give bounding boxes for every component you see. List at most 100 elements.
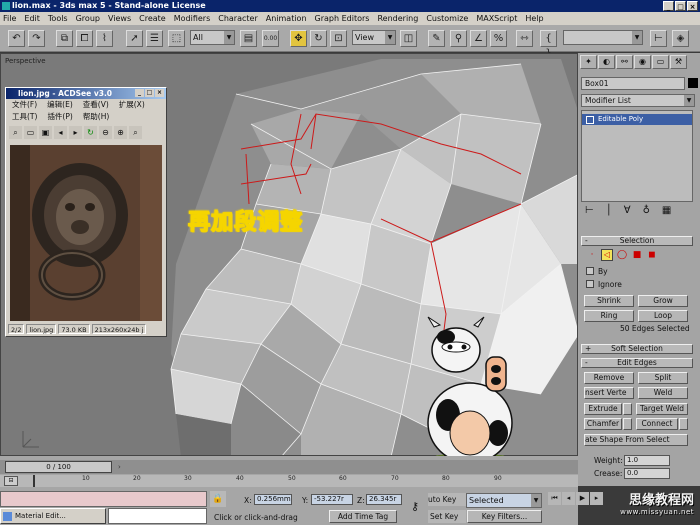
acdsee-close-icon[interactable]: ×	[155, 89, 164, 97]
browse-icon[interactable]: ⌕	[9, 126, 22, 139]
next-frame-icon[interactable]: ▸	[590, 492, 603, 505]
selection-rollout-header[interactable]: - Selection	[581, 236, 693, 246]
stack-item-editable-poly[interactable]: Editable Poly	[582, 114, 692, 125]
menu-modifiers[interactable]: Modifiers	[174, 14, 211, 23]
maxscript-listener-pink[interactable]	[0, 491, 207, 507]
split-button[interactable]: Split	[638, 372, 688, 384]
acdsee-menu-plugins[interactable]: 插件(P)	[47, 111, 72, 123]
time-slider-right-arrow-icon[interactable]: ›	[118, 463, 121, 471]
rotate-icon[interactable]: ↻	[310, 30, 327, 47]
lock-selection-icon[interactable]: 🔒	[210, 491, 226, 507]
motion-tab-icon[interactable]: ◉	[634, 55, 651, 69]
configure-sets-icon[interactable]: ▦	[662, 205, 671, 216]
element-mode-icon[interactable]: ◼	[646, 249, 658, 261]
angle-snap-icon[interactable]: ∠	[470, 30, 487, 47]
set-key-button[interactable]: Set Key	[428, 510, 466, 523]
grow-button[interactable]: Grow	[638, 295, 688, 307]
menu-help[interactable]: Help	[525, 14, 543, 23]
redo-icon[interactable]: ↷	[28, 30, 45, 47]
z-coord-field[interactable]: 26.345r	[366, 494, 402, 505]
acdsee-menu-tools[interactable]: 工具(T)	[12, 111, 37, 123]
connect-button[interactable]: Connect	[636, 418, 678, 430]
move-icon[interactable]: ✥	[290, 30, 307, 47]
chamfer-button[interactable]: Chamfer	[584, 418, 622, 430]
set-key-icon[interactable]: ⚷	[404, 494, 426, 520]
material-editor-taskbar-button[interactable]: Material Edit...	[0, 508, 106, 524]
crease-spinner[interactable]: 0.0	[624, 468, 670, 479]
undo-icon[interactable]: ↶	[8, 30, 25, 47]
shrink-button[interactable]: Shrink	[584, 295, 634, 307]
snap-toggle-icon[interactable]: ⚲	[450, 30, 467, 47]
acdsee-menu-view[interactable]: 查看(V)	[83, 99, 109, 111]
acdsee-menu-extend[interactable]: 扩展(X)	[119, 99, 145, 111]
remove-button[interactable]: Remove	[584, 372, 634, 384]
vertex-mode-icon[interactable]: ·	[586, 249, 598, 261]
menu-create[interactable]: Create	[139, 14, 166, 23]
remove-modifier-icon[interactable]: ♁	[643, 205, 650, 216]
minimize-button[interactable]: _	[663, 1, 674, 11]
menu-graph-editors[interactable]: Graph Editors	[315, 14, 370, 23]
track-bar[interactable]: ⊟ 10 20 30 40 50 60 70 80 90	[0, 475, 578, 487]
weld-button[interactable]: Weld	[638, 387, 688, 399]
render-icon[interactable]: ◈	[672, 30, 689, 47]
menu-character[interactable]: Character	[218, 14, 258, 23]
named-selection-icon[interactable]: { }	[540, 30, 557, 59]
window-crossing-icon[interactable]: ▤	[240, 30, 257, 47]
modify-tab-icon[interactable]: ◐	[598, 55, 615, 69]
ignore-backfacing-checkbox[interactable]	[586, 280, 594, 288]
object-name-field[interactable]: Box01	[581, 77, 685, 90]
soft-selection-rollout-header[interactable]: + Soft Selection	[581, 344, 693, 354]
select-manipulate-icon[interactable]: ✎	[428, 30, 445, 47]
create-shape-button[interactable]: ate Shape From Select	[584, 434, 688, 446]
close-button[interactable]: ×	[687, 1, 698, 11]
align-icon[interactable]: ⊢	[650, 30, 667, 47]
y-coord-field[interactable]: -53.227r	[311, 494, 353, 505]
target-weld-button[interactable]: Target Weld	[636, 403, 688, 415]
border-mode-icon[interactable]: ◯	[616, 249, 628, 261]
acdsee-menu-file[interactable]: 文件(F)	[12, 99, 37, 111]
acdsee-menu-help[interactable]: 帮助(H)	[83, 111, 110, 123]
auto-key-button[interactable]: uto Key	[428, 493, 466, 506]
key-filters-button[interactable]: Key Filters...	[467, 510, 542, 523]
menu-views[interactable]: Views	[108, 14, 131, 23]
acdsee-maximize-icon[interactable]: □	[145, 89, 154, 97]
play-icon[interactable]: ▶	[576, 492, 589, 505]
create-tab-icon[interactable]: ✦	[580, 55, 597, 69]
display-tab-icon[interactable]: ▭	[652, 55, 669, 69]
edge-mode-icon[interactable]: ◁	[601, 249, 613, 261]
unlink-icon[interactable]: ⧠	[76, 30, 93, 47]
previous-icon[interactable]: ◂	[54, 126, 67, 139]
by-vertex-checkbox[interactable]	[586, 267, 594, 275]
insert-vertex-button[interactable]: nsert Verte	[584, 387, 634, 399]
go-to-start-icon[interactable]: ⏮	[548, 492, 561, 505]
menu-group[interactable]: Group	[76, 14, 100, 23]
polygon-mode-icon[interactable]: ■	[631, 249, 643, 261]
key-mode-dropdown[interactable]: Selected ▼	[466, 493, 542, 508]
select-object-icon[interactable]: ➚	[126, 30, 143, 47]
select-link-icon[interactable]: ⧉	[56, 30, 73, 47]
snap-value-field[interactable]: 0.00	[262, 30, 279, 47]
time-slider-thumb[interactable]: 0 / 100	[5, 461, 112, 473]
rectangular-selection-icon[interactable]: ⬚	[168, 30, 185, 47]
mirror-icon[interactable]: ⇿	[516, 30, 533, 47]
edit-edges-rollout-header[interactable]: - Edit Edges	[581, 358, 693, 368]
maxscript-listener-white[interactable]	[108, 508, 207, 524]
menu-file[interactable]: File	[3, 14, 16, 23]
full-screen-icon[interactable]: ▣	[39, 126, 52, 139]
chamfer-settings-button[interactable]	[623, 418, 632, 430]
open-mini-curve-editor-icon[interactable]: ⊟	[4, 476, 18, 486]
reference-coordinate-dropdown[interactable]: View ▼	[352, 30, 396, 45]
connect-settings-button[interactable]	[679, 418, 688, 430]
time-slider[interactable]: 0 / 100 ›	[0, 460, 578, 474]
menu-edit[interactable]: Edit	[24, 14, 40, 23]
select-by-name-icon[interactable]: ☰	[146, 30, 163, 47]
open-folder-icon[interactable]: ▭	[24, 126, 37, 139]
named-selection-sets-dropdown[interactable]: ▼	[563, 30, 643, 45]
zoom-in-icon[interactable]: ⊕	[114, 126, 127, 139]
hierarchy-tab-icon[interactable]: ⚯	[616, 55, 633, 69]
pin-stack-icon[interactable]: ⊢	[585, 205, 594, 216]
menu-animation[interactable]: Animation	[266, 14, 307, 23]
maximize-button[interactable]: □	[675, 1, 686, 11]
zoom-fit-icon[interactable]: ⌕	[129, 126, 142, 139]
menu-customize[interactable]: Customize	[426, 14, 468, 23]
